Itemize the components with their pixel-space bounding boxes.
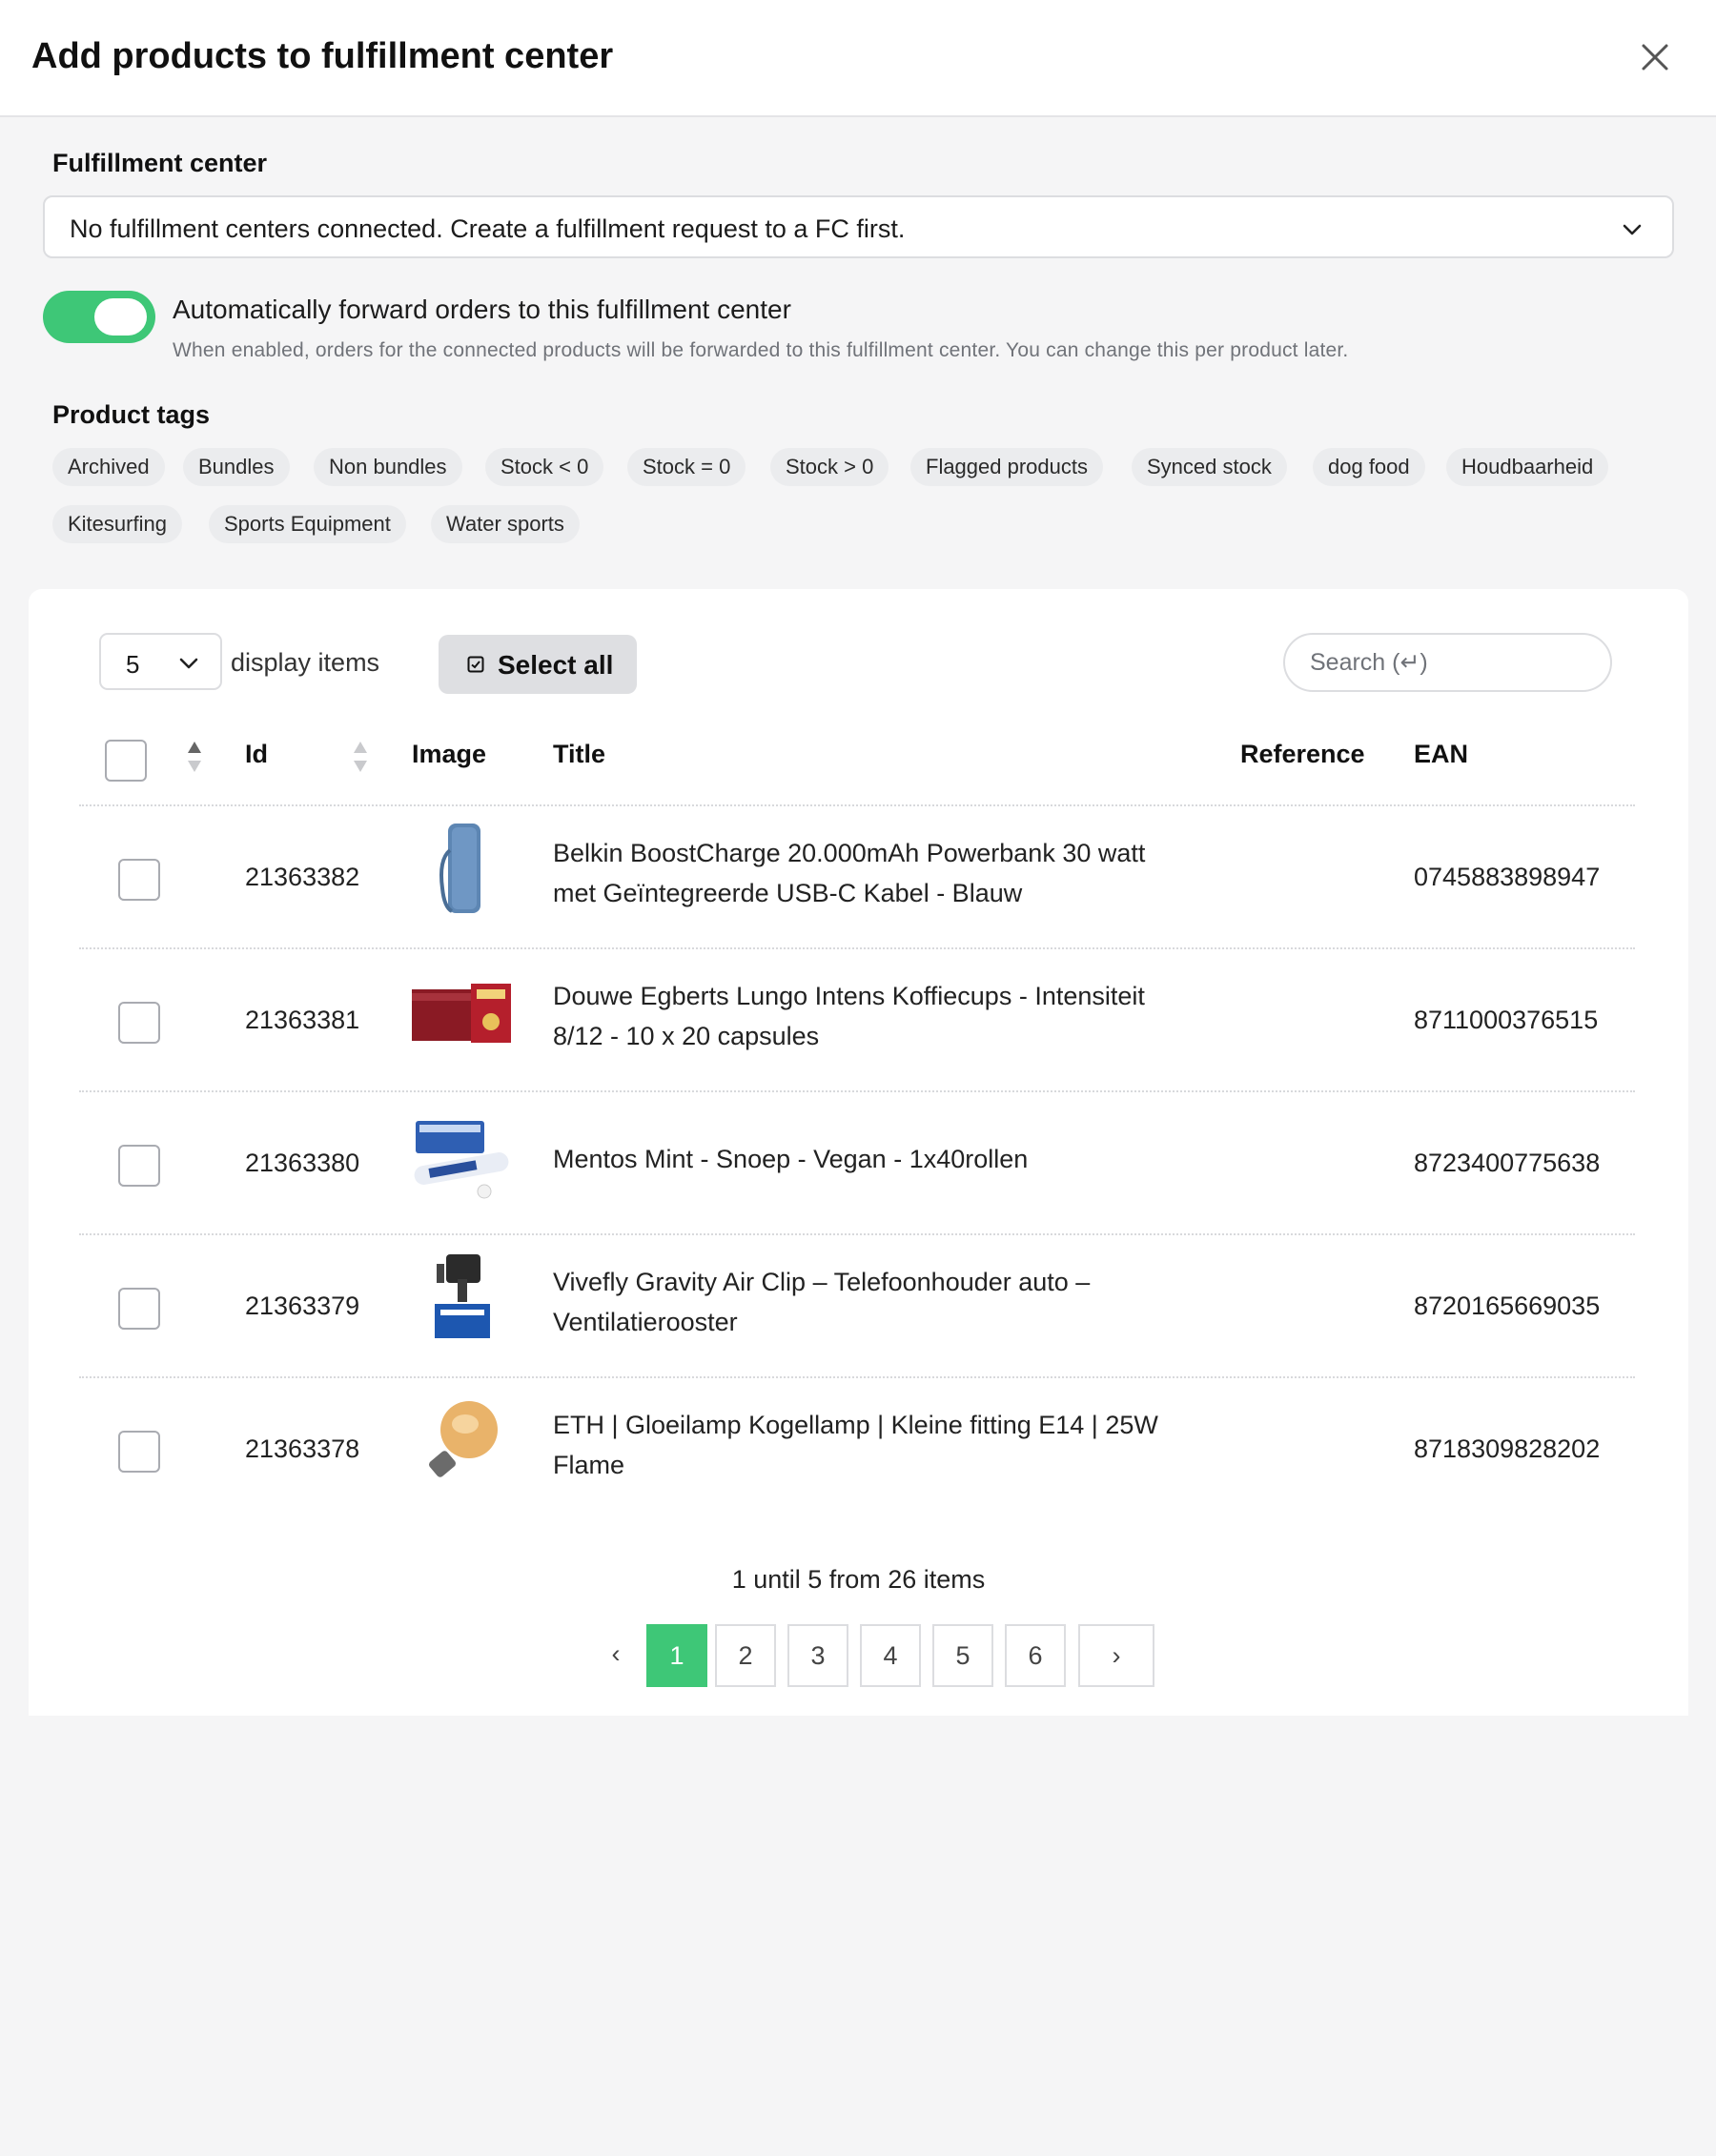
row-divider	[79, 1090, 1635, 1092]
tag-non-bundles[interactable]: Non bundles	[314, 448, 462, 486]
powerbank-image	[439, 824, 480, 913]
row-title-line2: met Geïntegreerde USB-C Kabel - Blauw	[553, 879, 1023, 907]
dialog-header: Add products to fulfillment center	[0, 0, 1716, 117]
row-select-checkbox[interactable]	[118, 1288, 160, 1330]
row-ean: 8723400775638	[1414, 1149, 1601, 1177]
pagination-page-5[interactable]: 5	[932, 1624, 993, 1687]
light-bulb-image	[429, 1401, 498, 1477]
coffee-boxes-image	[412, 984, 511, 1043]
row-select-checkbox[interactable]	[118, 1002, 160, 1044]
pagination-next-button[interactable]: ›	[1078, 1624, 1154, 1687]
row-title-line1: ETH | Gloeilamp Kogellamp | Kleine fitti…	[553, 1411, 1158, 1439]
tag-kitesurfing[interactable]: Kitesurfing	[52, 505, 182, 543]
tag-archived[interactable]: Archived	[52, 448, 165, 486]
row-select-checkbox[interactable]	[118, 1145, 160, 1187]
column-header-image: Image	[412, 740, 487, 768]
row-title-line1: Douwe Egberts Lungo Intens Koffiecups - …	[553, 982, 1145, 1010]
per-page-value: 5	[126, 650, 140, 679]
row-id: 21363381	[245, 1006, 360, 1034]
tag-sports-equipment[interactable]: Sports Equipment	[209, 505, 406, 543]
tag-bundles[interactable]: Bundles	[183, 448, 290, 486]
chevron-down-icon	[179, 658, 198, 669]
row-ean: 0745883898947	[1414, 863, 1601, 891]
row-title-line1: Mentos Mint - Snoep - Vegan - 1x40rollen	[553, 1145, 1029, 1173]
header-select-checkbox[interactable]	[105, 740, 147, 782]
row-id: 21363379	[245, 1292, 360, 1320]
row-title-line1: Vivefly Gravity Air Clip – Telefoonhoude…	[553, 1268, 1091, 1296]
row-divider	[79, 804, 1635, 806]
dialog-title: Add products to fulfillment center	[31, 36, 614, 76]
pagination-page-4[interactable]: 4	[860, 1624, 921, 1687]
pagination-page-3[interactable]: 3	[787, 1624, 848, 1687]
chevron-down-icon	[1623, 224, 1642, 235]
tag-water-sports[interactable]: Water sports	[431, 505, 580, 543]
select-all-label: Select all	[498, 650, 614, 680]
column-header-title: Title	[553, 740, 606, 768]
row-title-line2: Ventilatierooster	[553, 1308, 738, 1336]
auto-forward-help: When enabled, orders for the connected p…	[173, 339, 1349, 361]
auto-forward-label: Automatically forward orders to this ful…	[173, 295, 791, 324]
tag-flagged-products[interactable]: Flagged products	[910, 448, 1103, 486]
row-id: 21363378	[245, 1434, 360, 1463]
tag-stock-lt-0[interactable]: Stock < 0	[485, 448, 604, 486]
sort-icon[interactable]	[187, 740, 202, 774]
tag-houdbaarheid[interactable]: Houdbaarheid	[1446, 448, 1609, 486]
row-id: 21363380	[245, 1149, 360, 1177]
pagination-prev-button[interactable]: ‹	[585, 1624, 646, 1687]
pagination-page-1[interactable]: 1	[646, 1624, 707, 1687]
select-all-button[interactable]: Select all	[439, 635, 637, 694]
pagination-summary: 1 until 5 from 26 items	[731, 1565, 986, 1594]
fulfillment-center-value: No fulfillment centers connected. Create…	[70, 214, 906, 243]
column-header-ean: EAN	[1414, 740, 1469, 768]
row-divider	[79, 1376, 1635, 1378]
fulfillment-center-label: Fulfillment center	[52, 149, 268, 177]
row-ean: 8720165669035	[1414, 1292, 1601, 1320]
search-input[interactable]	[1283, 633, 1612, 692]
per-page-select[interactable]: 5	[99, 633, 222, 690]
pagination-page-2[interactable]: 2	[715, 1624, 776, 1687]
products-table-card: 5 display items Select all Id Image Titl…	[29, 589, 1688, 1716]
tag-synced-stock[interactable]: Synced stock	[1132, 448, 1287, 486]
row-title-line1: Belkin BoostCharge 20.000mAh Powerbank 3…	[553, 839, 1146, 867]
column-header-id[interactable]: Id	[245, 740, 268, 769]
row-id: 21363382	[245, 863, 360, 891]
product-tags-label: Product tags	[52, 400, 211, 429]
fulfillment-center-select[interactable]: No fulfillment centers connected. Create…	[43, 195, 1674, 258]
row-title-line2: Flame	[553, 1451, 625, 1479]
tag-stock-eq-0[interactable]: Stock = 0	[627, 448, 746, 486]
phone-holder-image	[435, 1254, 490, 1338]
column-header-reference: Reference	[1240, 740, 1365, 768]
sort-icon[interactable]	[353, 740, 368, 774]
mentos-pack-image	[414, 1121, 509, 1199]
row-title-line2: 8/12 - 10 x 20 capsules	[553, 1022, 820, 1050]
row-divider	[79, 947, 1635, 949]
row-ean: 8711000376515	[1414, 1006, 1599, 1034]
pagination-page-6[interactable]: 6	[1005, 1624, 1066, 1687]
row-divider	[79, 1233, 1635, 1235]
close-icon[interactable]	[1636, 38, 1674, 76]
row-select-checkbox[interactable]	[118, 1431, 160, 1473]
row-ean: 8718309828202	[1414, 1434, 1601, 1463]
checkbox-icon	[467, 656, 484, 673]
tag-stock-gt-0[interactable]: Stock > 0	[770, 448, 889, 486]
tag-dog-food[interactable]: dog food	[1313, 448, 1425, 486]
display-items-label: display items	[231, 648, 380, 677]
row-select-checkbox[interactable]	[118, 859, 160, 901]
toggle-knob	[94, 298, 147, 336]
auto-forward-toggle[interactable]	[43, 291, 155, 343]
